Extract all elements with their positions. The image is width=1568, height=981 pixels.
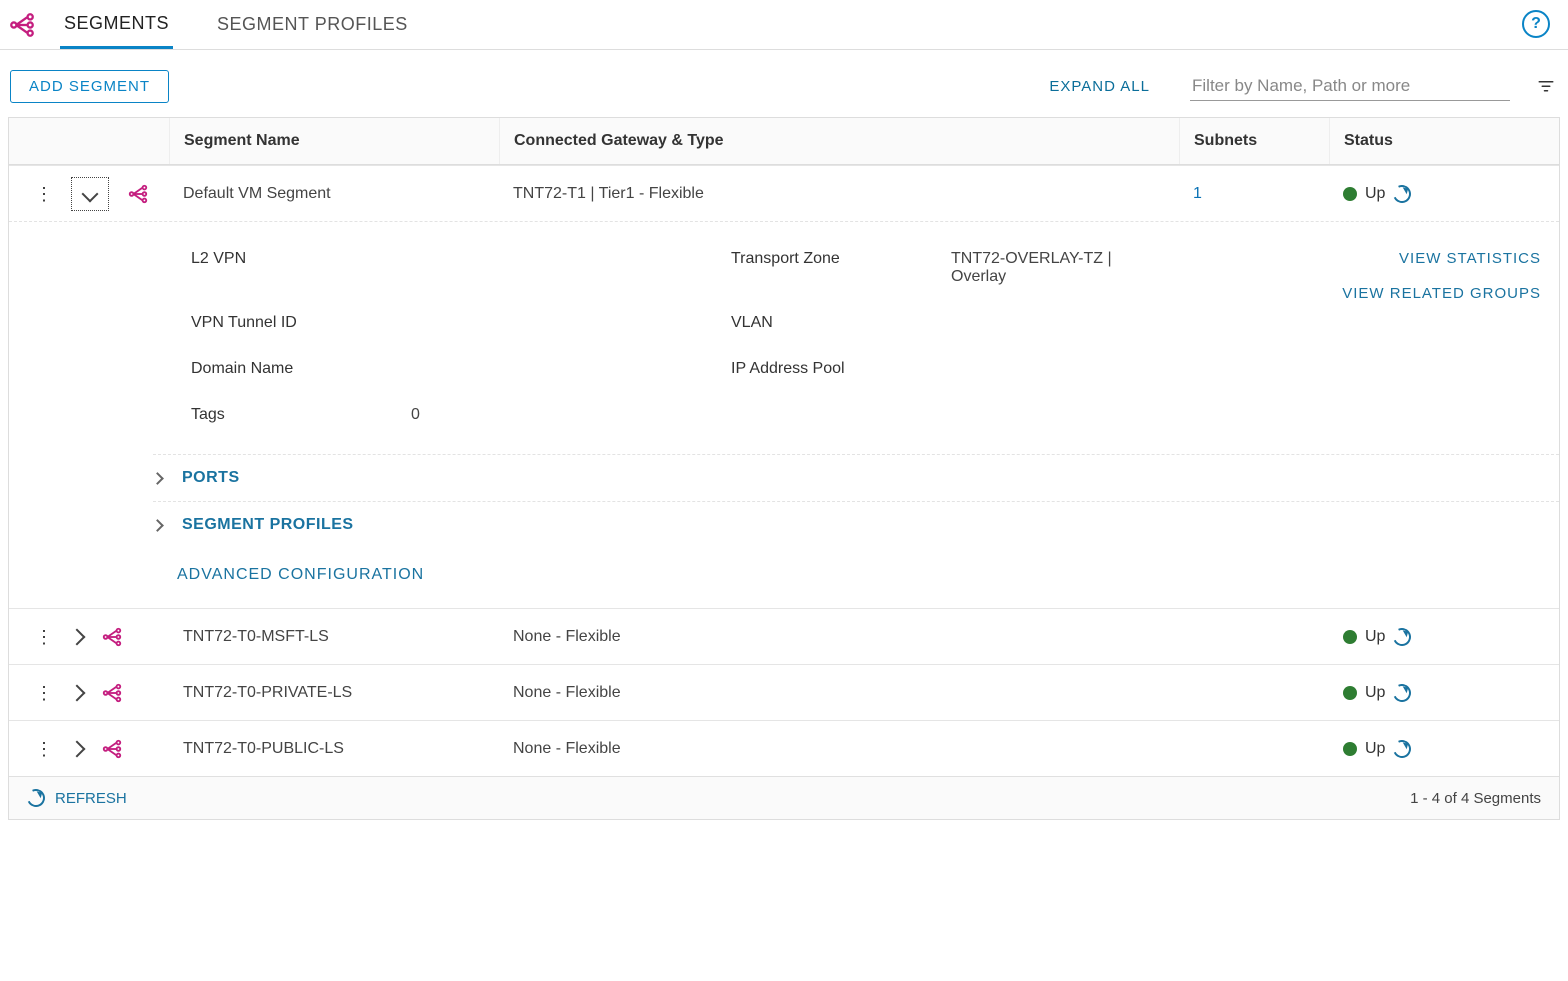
segment-icon: [101, 682, 123, 704]
chevron-right-icon[interactable]: [151, 519, 164, 532]
tab-segments[interactable]: SEGMENTS: [60, 0, 173, 49]
status-text: Up: [1365, 628, 1385, 646]
col-segment-name[interactable]: Segment Name: [169, 118, 499, 164]
top-tabs: SEGMENTS SEGMENT PROFILES ?: [0, 0, 1568, 50]
row-actions-menu[interactable]: ⋮: [35, 684, 53, 702]
chevron-down-icon: [82, 185, 99, 202]
expand-all-button[interactable]: EXPAND ALL: [1049, 78, 1150, 95]
segment-gateway: TNT72-T1 | Tier1 - Flexible: [499, 185, 1179, 203]
filter-icon[interactable]: [1534, 78, 1558, 96]
segment-name: TNT72-T0-MSFT-LS: [169, 628, 499, 646]
expand-toggle[interactable]: [69, 740, 86, 757]
subnets-link[interactable]: 1: [1193, 185, 1202, 202]
transport-zone-value: TNT72-OVERLAY-TZ | Overlay: [951, 250, 1171, 286]
status-text: Up: [1365, 185, 1385, 203]
add-segment-button[interactable]: ADD SEGMENT: [10, 70, 169, 103]
row-actions-menu[interactable]: ⋮: [35, 628, 53, 646]
table-row: ⋮ TNT72-T0-MSFT-LS None - Flexible Up: [9, 608, 1559, 664]
segment-name: Default VM Segment: [169, 185, 499, 203]
col-connected-gateway[interactable]: Connected Gateway & Type: [499, 118, 1179, 164]
col-subnets[interactable]: Subnets: [1179, 118, 1329, 164]
status-refresh-icon[interactable]: [1391, 737, 1414, 760]
view-statistics-button[interactable]: VIEW STATISTICS: [1399, 250, 1541, 267]
tab-segment-profiles[interactable]: SEGMENT PROFILES: [213, 0, 412, 49]
segments-grid: Segment Name Connected Gateway & Type Su…: [8, 117, 1560, 820]
table-row: ⋮ Default VM Segment TNT72-T1 | Tier1 - …: [9, 165, 1559, 221]
tags-value: 0: [411, 406, 731, 424]
row-count: 1 - 4 of 4 Segments: [1410, 790, 1541, 807]
segment-name: TNT72-T0-PRIVATE-LS: [169, 684, 499, 702]
segment-profiles-section[interactable]: SEGMENT PROFILES: [182, 516, 354, 534]
table-row: ⋮ TNT72-T0-PRIVATE-LS None - Flexible Up: [9, 664, 1559, 720]
segment-gateway: None - Flexible: [499, 628, 1179, 646]
advanced-configuration-button[interactable]: ADVANCED CONFIGURATION: [177, 548, 1559, 608]
refresh-label: REFRESH: [55, 790, 127, 807]
segment-name: TNT72-T0-PUBLIC-LS: [169, 740, 499, 758]
status-up-icon: [1343, 187, 1357, 201]
filter-input[interactable]: [1190, 72, 1510, 101]
expand-toggle[interactable]: [69, 684, 86, 701]
status-up-icon: [1343, 630, 1357, 644]
col-status[interactable]: Status: [1329, 118, 1559, 164]
grid-footer: REFRESH 1 - 4 of 4 Segments: [9, 776, 1559, 819]
view-related-groups-button[interactable]: VIEW RELATED GROUPS: [1342, 285, 1541, 302]
segment-icon: [127, 183, 149, 205]
help-icon[interactable]: ?: [1522, 10, 1550, 38]
table-row: ⋮ TNT72-T0-PUBLIC-LS None - Flexible Up: [9, 720, 1559, 776]
refresh-button[interactable]: REFRESH: [27, 789, 127, 807]
status-refresh-icon[interactable]: [1391, 625, 1414, 648]
segment-icon: [101, 626, 123, 648]
expand-toggle[interactable]: [71, 177, 109, 211]
status-text: Up: [1365, 684, 1385, 702]
segments-logo-icon: [8, 11, 36, 39]
segment-detail-panel: L2 VPN Transport Zone TNT72-OVERLAY-TZ |…: [9, 221, 1559, 608]
status-up-icon: [1343, 686, 1357, 700]
ports-section[interactable]: PORTS: [182, 469, 240, 487]
vlan-label: VLAN: [731, 314, 951, 332]
l2-vpn-label: L2 VPN: [191, 250, 411, 286]
row-actions-menu[interactable]: ⋮: [35, 740, 53, 758]
toolbar: ADD SEGMENT EXPAND ALL: [0, 50, 1568, 117]
status-refresh-icon[interactable]: [1391, 182, 1414, 205]
refresh-icon: [24, 786, 47, 809]
segment-icon: [101, 738, 123, 760]
expand-toggle[interactable]: [69, 628, 86, 645]
vpn-tunnel-id-label: VPN Tunnel ID: [191, 314, 411, 332]
transport-zone-label: Transport Zone: [731, 250, 951, 286]
segment-gateway: None - Flexible: [499, 684, 1179, 702]
status-up-icon: [1343, 742, 1357, 756]
chevron-right-icon[interactable]: [151, 472, 164, 485]
grid-header: Segment Name Connected Gateway & Type Su…: [9, 118, 1559, 165]
status-refresh-icon[interactable]: [1391, 681, 1414, 704]
segment-gateway: None - Flexible: [499, 740, 1179, 758]
domain-name-label: Domain Name: [191, 360, 411, 378]
status-text: Up: [1365, 740, 1385, 758]
tags-label: Tags: [191, 406, 411, 424]
row-actions-menu[interactable]: ⋮: [35, 185, 53, 203]
ip-address-pool-label: IP Address Pool: [731, 360, 951, 378]
